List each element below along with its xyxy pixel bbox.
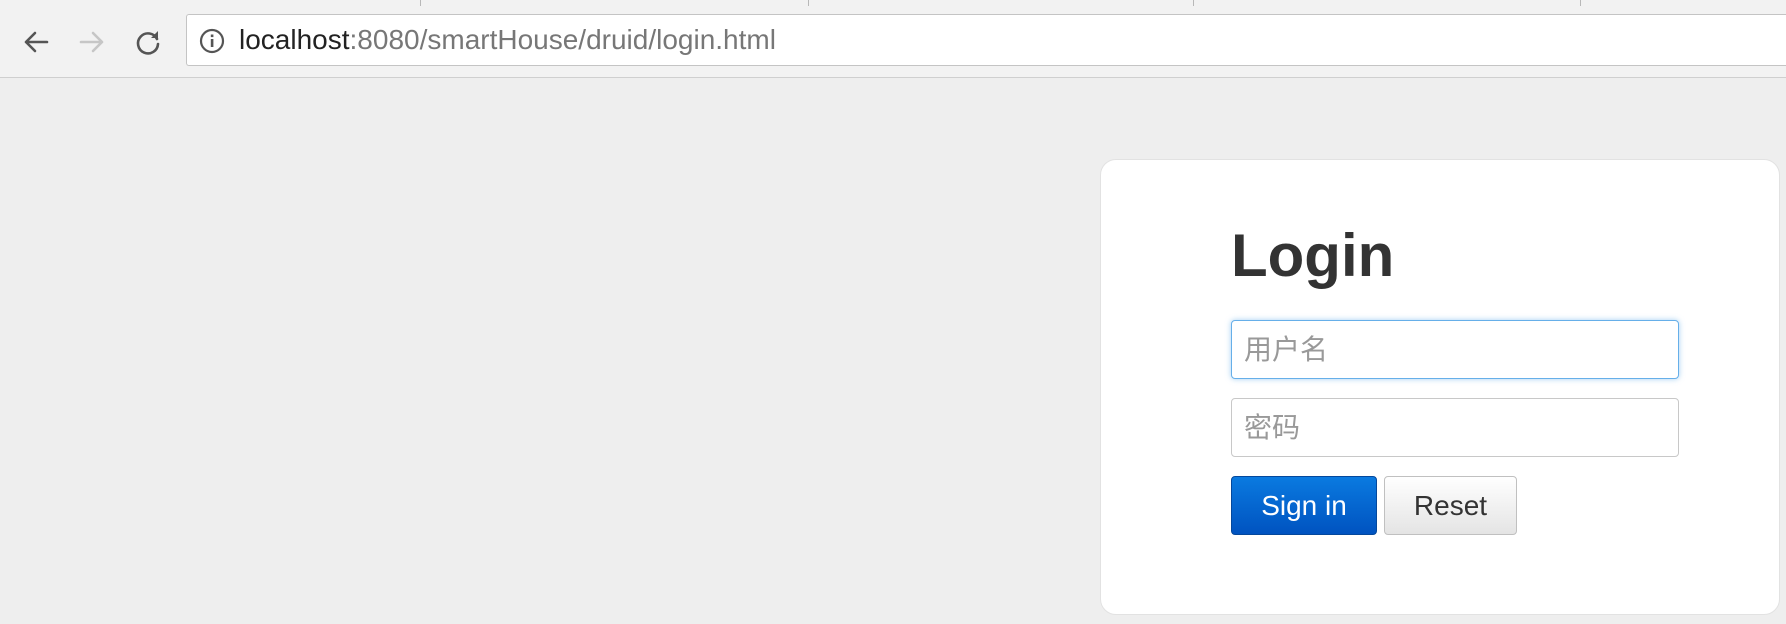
browser-toolbar: localhost:8080/smartHouse/druid/login.ht… <box>0 6 1786 78</box>
back-button[interactable] <box>16 22 56 62</box>
reset-button[interactable]: Reset <box>1384 476 1517 535</box>
back-arrow-icon <box>24 31 49 53</box>
info-icon[interactable] <box>199 28 225 54</box>
url-path: :8080/smartHouse/druid/login.html <box>349 24 776 55</box>
page-title: Login <box>1231 222 1395 289</box>
login-panel: Login Sign in Reset <box>1100 159 1780 615</box>
username-input[interactable] <box>1231 320 1679 379</box>
reload-icon <box>136 31 160 55</box>
password-input[interactable] <box>1231 398 1679 457</box>
forward-arrow-icon <box>79 31 104 53</box>
forward-button[interactable] <box>72 22 112 62</box>
address-bar[interactable]: localhost:8080/smartHouse/druid/login.ht… <box>186 14 1786 66</box>
url-text[interactable]: localhost:8080/smartHouse/druid/login.ht… <box>239 15 776 65</box>
reload-button[interactable] <box>128 22 168 62</box>
url-host: localhost <box>239 24 350 55</box>
sign-in-button[interactable]: Sign in <box>1231 476 1377 535</box>
